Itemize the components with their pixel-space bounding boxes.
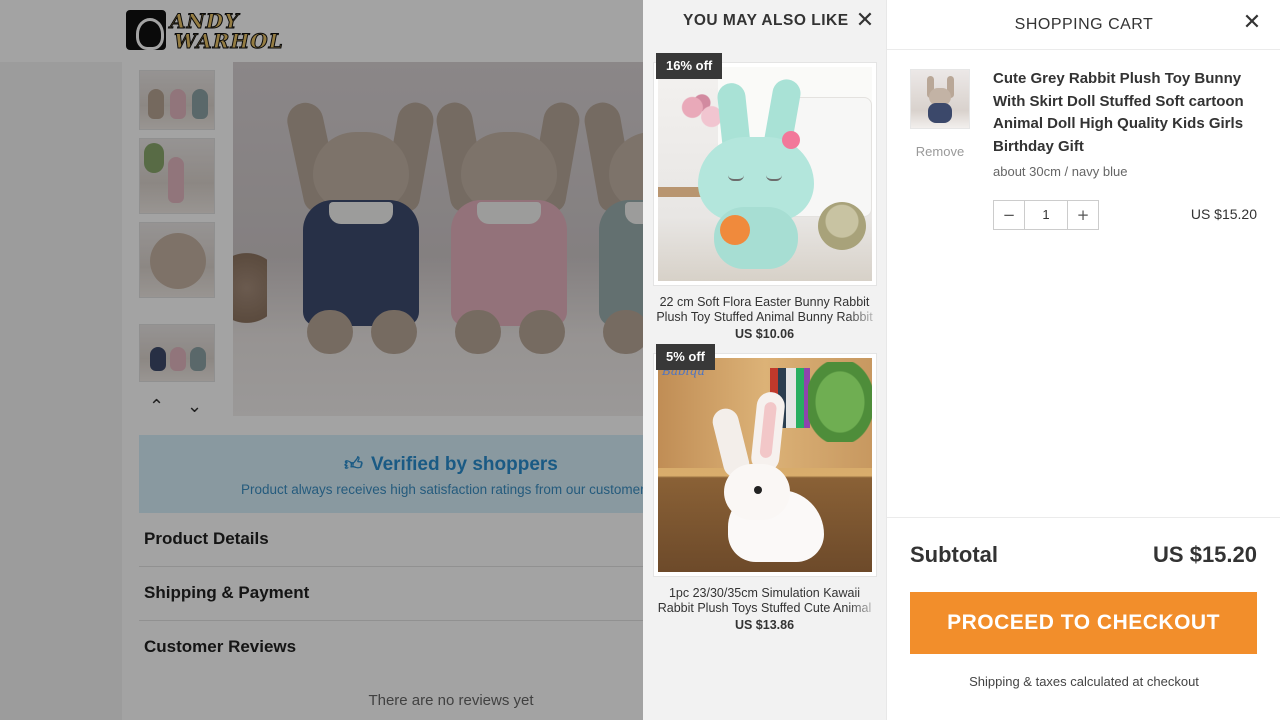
recommendation-name[interactable]: 22 cm Soft Flora Easter Bunny Rabbit Plu… [646,295,883,325]
cart-title: SHOPPING CART [1014,16,1154,33]
divider [887,49,1280,50]
decrease-quantity-button[interactable]: − [994,201,1024,229]
cart-item-variant: about 30cm / navy blue [993,164,1128,179]
close-icon[interactable]: ✕ [853,9,877,33]
recommendations-panel: YOU MAY ALSO LIKE ✕ 16% off 22 cm Soft F… [643,0,886,720]
recommendation-name[interactable]: 1pc 23/30/35cm Simulation Kawaii Rabbit … [646,586,883,616]
recommendation-price: US $13.86 [734,618,795,632]
quantity-stepper: − 1 + [993,200,1099,230]
recommendation-image[interactable] [658,67,872,281]
proceed-to-checkout-button[interactable]: PROCEED TO CHECKOUT [910,592,1257,654]
increase-quantity-button[interactable]: + [1068,201,1098,229]
cart-item-name[interactable]: Cute Grey Rabbit Plush Toy Bunny With Sk… [993,68,1263,158]
recommendation-image[interactable]: Babiqu [658,358,872,572]
recommendation-card[interactable] [653,62,877,286]
discount-badge: 5% off [656,344,715,370]
recommendations-title: YOU MAY ALSO LIKE [683,12,849,29]
recommendation-card[interactable]: Babiqu [653,353,877,577]
recommendation-price: US $10.06 [734,327,795,341]
cart-item-image[interactable] [910,69,970,129]
subtotal-value: US $15.20 [1153,542,1257,567]
discount-badge: 16% off [656,53,723,79]
shopping-cart-panel: SHOPPING CART ✕ Remove Cute Grey Rabbit … [886,0,1280,720]
remove-item-link[interactable]: Remove [910,144,970,159]
modal-backdrop[interactable] [0,0,643,720]
shipping-note: Shipping & taxes calculated at checkout [969,674,1199,689]
quantity-input[interactable]: 1 [1024,201,1068,229]
subtotal-label: Subtotal [910,542,998,567]
divider [887,517,1280,518]
close-icon[interactable]: ✕ [1240,11,1264,35]
cart-item-price: US $15.20 [1190,206,1257,222]
